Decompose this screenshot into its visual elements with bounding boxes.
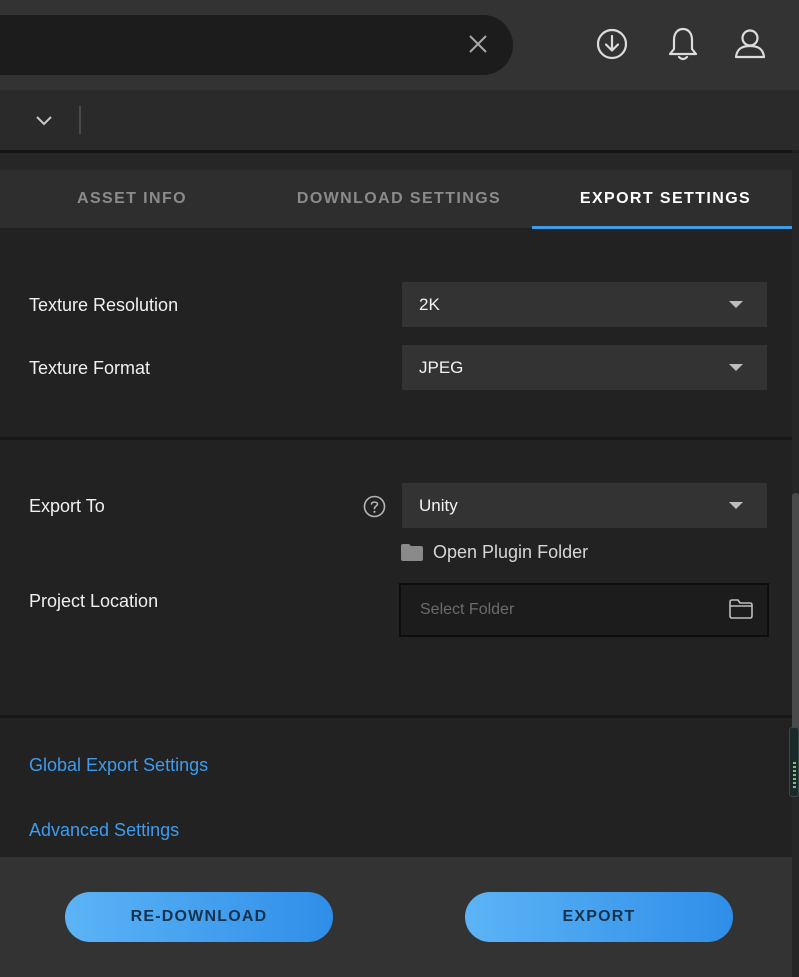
texture-resolution-value: 2K — [419, 295, 440, 314]
search-input[interactable] — [0, 15, 513, 75]
project-location-placeholder: Select Folder — [420, 601, 515, 618]
advanced-settings-link[interactable]: Advanced Settings — [29, 820, 179, 841]
caret-down-icon — [729, 364, 743, 371]
export-to-select[interactable]: Unity — [402, 483, 767, 528]
caret-down-icon — [729, 502, 743, 509]
close-icon[interactable] — [466, 32, 490, 56]
texture-format-value: JPEG — [419, 358, 464, 377]
folder-icon — [401, 543, 423, 561]
bell-icon[interactable] — [666, 26, 700, 62]
caret-down-icon — [729, 301, 743, 308]
sub-toolbar — [0, 90, 799, 150]
tab-download-settings[interactable]: DOWNLOAD SETTINGS — [268, 170, 530, 228]
toolbar-divider — [79, 106, 81, 134]
download-circle-icon[interactable] — [595, 26, 629, 62]
export-to-label: Export To — [29, 496, 105, 516]
project-location-input[interactable]: Select Folder — [399, 583, 769, 637]
panel-header-strip — [0, 153, 792, 170]
open-plugin-folder-label: Open Plugin Folder — [433, 541, 589, 562]
tab-asset-info[interactable]: ASSET INFO — [0, 170, 264, 228]
tab-export-settings[interactable]: EXPORT SETTINGS — [532, 170, 799, 228]
user-icon[interactable] — [733, 26, 767, 62]
global-export-settings-link[interactable]: Global Export Settings — [29, 755, 208, 776]
texture-format-label: Texture Format — [29, 358, 151, 378]
tab-bar: ASSET INFO DOWNLOAD SETTINGS EXPORT SETT… — [0, 170, 792, 228]
question-circle-icon[interactable] — [363, 495, 386, 518]
open-plugin-folder-link[interactable]: Open Plugin Folder — [401, 540, 588, 564]
section-divider — [0, 437, 792, 440]
texture-resolution-select[interactable]: 2K — [402, 282, 767, 327]
redownload-button[interactable]: RE-DOWNLOAD — [65, 892, 333, 942]
project-location-label: Project Location — [29, 591, 159, 611]
section-divider — [0, 715, 792, 718]
texture-resolution-label: Texture Resolution — [29, 295, 179, 315]
folder-icon[interactable] — [729, 599, 753, 619]
chevron-down-icon[interactable] — [34, 110, 54, 130]
texture-format-select[interactable]: JPEG — [402, 345, 767, 390]
export-to-value: Unity — [419, 496, 458, 515]
scrollbar-overlay-widget — [789, 727, 799, 797]
export-button[interactable]: EXPORT — [465, 892, 733, 942]
